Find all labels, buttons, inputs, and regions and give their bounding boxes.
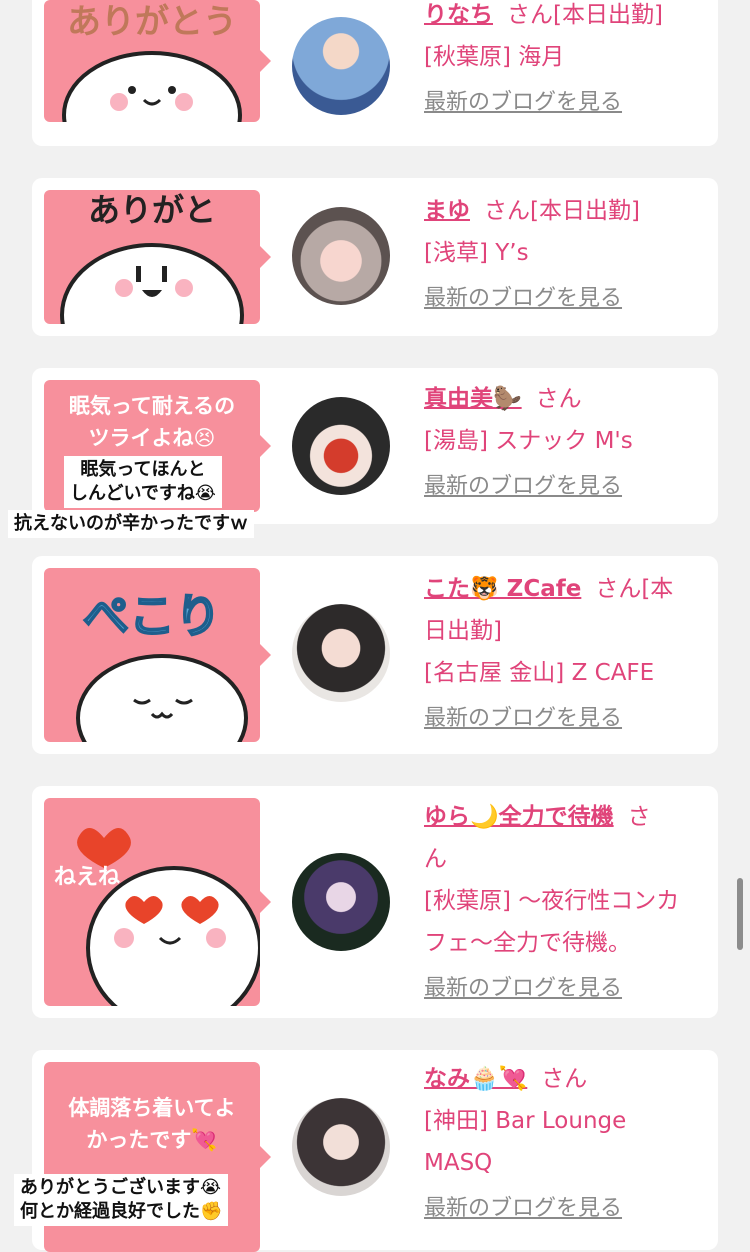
avatar[interactable] (292, 853, 390, 951)
user-card[interactable]: ありがと まゆ さん[本日出勤] [浅草] Y’s 最新のブログを見る (32, 178, 718, 336)
honorific-label: さん (484, 198, 530, 224)
avatar[interactable] (292, 207, 390, 305)
bubble-text: 体調落ち着いてよ かったです💘 (68, 1096, 236, 1152)
honorific-label: さん (541, 1066, 588, 1092)
latest-blog-link[interactable]: 最新のブログを見る (424, 704, 710, 734)
avatar[interactable] (292, 17, 390, 115)
status-label: ん (424, 846, 447, 872)
status-label: 日出勤] (424, 618, 502, 644)
latest-blog-link[interactable]: 最新のブログを見る (424, 284, 710, 314)
member-name-link[interactable]: こた🐯 ZCafe (424, 576, 581, 602)
member-name-link[interactable]: なみ🧁💘 (424, 1066, 527, 1092)
member-name-link[interactable]: りなち (424, 2, 493, 28)
shop-label-continued: MASQ (424, 1150, 493, 1176)
message-bubble: ありがとう (44, 0, 271, 122)
latest-blog-link[interactable]: 最新のブログを見る (424, 472, 710, 502)
sticker-image (77, 828, 260, 1006)
avatar[interactable] (292, 397, 390, 495)
member-name-link[interactable]: ゆら🌙全力で待機 (424, 804, 614, 830)
message-bubble: 眠気って耐えるの ツライよね😣 眠気ってほんと しんどいですね😭 (44, 380, 271, 512)
bubble-text: ぺこり (82, 588, 222, 644)
member-name-link[interactable]: まゆ (424, 198, 470, 224)
shop-label: [湯島] スナック M's (424, 428, 633, 454)
bubble-text: ありがと (87, 191, 216, 229)
avatar[interactable] (292, 604, 390, 702)
status-label: [本日出勤] (553, 2, 663, 28)
bubble-text: ありがとう (67, 2, 237, 42)
user-card[interactable]: ねえね ゆら🌙全力で待機さ ん [秋葉原] 〜夜行性コンカ フェ〜全力で待機。 … (32, 786, 718, 1018)
message-bubble: ねえね (44, 798, 271, 1006)
reply-overlay-text: 眠気ってほんと しんどいですね😭 (64, 456, 222, 508)
latest-blog-link[interactable]: 最新のブログを見る (424, 974, 710, 1004)
latest-blog-link[interactable]: 最新のブログを見る (424, 1194, 710, 1224)
message-bubble: ありがと (44, 190, 271, 324)
bubble-text: 眠気って耐えるの ツライよね😣 (68, 394, 236, 450)
user-card[interactable]: ありがとう りなち さん[本日出勤] [秋葉原] 海月 最新のブログを見る (32, 0, 718, 146)
member-name-link[interactable]: 真由美🦫 (424, 386, 522, 412)
latest-blog-link[interactable]: 最新のブログを見る (424, 88, 710, 118)
reply-overlay-text: ありがとうございます😭 何とか経過良好でした✊ (14, 1174, 229, 1226)
honorific-label: さ (627, 804, 651, 830)
message-bubble: ぺこり (44, 568, 271, 742)
scrollbar[interactable] (737, 878, 743, 950)
avatar[interactable] (292, 1098, 390, 1196)
shop-label-continued: フェ〜全力で待機。 (424, 930, 631, 956)
shop-label: [神田] Bar Lounge (424, 1108, 627, 1134)
honorific-label: さん (507, 2, 553, 28)
shop-label: [名古屋 金山] Z CAFE (424, 660, 655, 686)
reply-overlay-text: 抗えないのが辛かったですｗ (8, 510, 254, 538)
honorific-label: さん (535, 386, 582, 412)
status-label: [本日出勤] (530, 198, 640, 224)
shop-label: [秋葉原] 海月 (424, 44, 565, 70)
user-card[interactable]: 眠気って耐えるの ツライよね😣 眠気ってほんと しんどいですね😭 真由美🦫 さん … (32, 368, 718, 524)
user-card[interactable]: ぺこり こた🐯 ZCafe さん[本 日出勤] [名古屋 金山] Z CAFE 最… (32, 556, 718, 754)
shop-label: [浅草] Y’s (424, 240, 529, 266)
honorific-label: さん[本 (595, 576, 674, 602)
bubble-text: ねえね (54, 865, 121, 890)
shop-label: [秋葉原] 〜夜行性コンカ (424, 888, 680, 914)
